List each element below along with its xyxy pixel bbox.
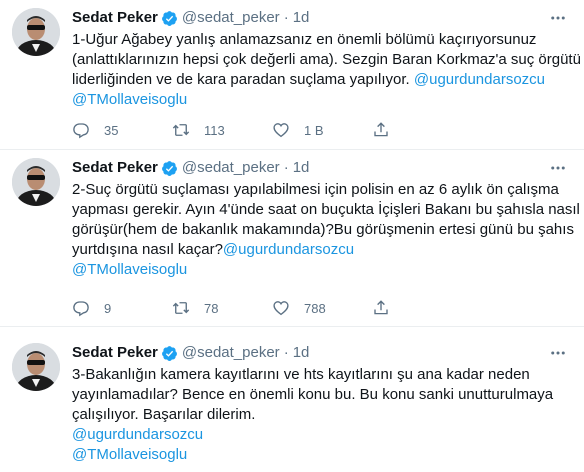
reply-icon	[73, 301, 89, 317]
author-handle[interactable]: @sedat_peker	[182, 158, 280, 178]
tweet-text: 2-Suç örgütü suçlaması yapılabilmesi içi…	[72, 180, 580, 280]
reply-icon	[73, 123, 89, 139]
retweet-icon	[172, 302, 190, 314]
tweet-text: 1-Uğur Ağabey yanlış anlamazsanız en öne…	[72, 30, 581, 110]
retweet-icon	[172, 124, 190, 136]
share-button[interactable]	[372, 121, 402, 139]
share-button[interactable]	[372, 299, 402, 317]
author-name[interactable]: Sedat Peker	[72, 8, 158, 28]
tweet-1[interactable]: Sedat Peker @sedat_peker · 1d 1-Uğur Ağa…	[0, 0, 584, 150]
mention-link[interactable]: @TMollaveisoglu	[72, 90, 570, 110]
verified-badge-icon	[161, 345, 178, 362]
timestamp[interactable]: 1d	[293, 158, 310, 178]
tweet-text-segment: liderliğinden ve de kara paradan suçlama…	[72, 71, 410, 88]
tweet-text-line: yurtdışına nasıl kaçar?@ugurdundarsozcu	[72, 240, 570, 260]
tweet-text-line: yapması gerekir. Ayın 4'ünde saat on buç…	[72, 201, 580, 218]
verified-badge-icon	[161, 10, 178, 27]
more-icon[interactable]	[548, 158, 568, 178]
like-icon	[273, 123, 289, 138]
mention-link[interactable]: @ugurdundarsozcu	[72, 425, 570, 445]
reply-count: 9	[104, 300, 112, 316]
separator: ·	[283, 9, 289, 26]
author-name[interactable]: Sedat Peker	[72, 343, 158, 363]
share-icon	[374, 300, 388, 315]
avatar[interactable]	[12, 343, 60, 391]
retweet-count: 113	[204, 122, 225, 138]
timestamp[interactable]: 1d	[293, 343, 310, 363]
tweet-text-line: (anlattıklarınızın hepsi çok değerli ama…	[72, 51, 581, 68]
more-icon[interactable]	[548, 8, 568, 28]
retweet-button[interactable]: 78	[172, 299, 272, 317]
reply-button[interactable]: 9	[72, 299, 172, 317]
author-handle[interactable]: @sedat_peker	[182, 8, 280, 28]
author-name[interactable]: Sedat Peker	[72, 158, 158, 178]
mention-link[interactable]: @ugurdundarsozcu	[414, 71, 545, 88]
like-count: 1 B	[304, 122, 324, 138]
tweet-2[interactable]: Sedat Peker @sedat_peker · 1d 2-Suç örgü…	[0, 150, 584, 327]
reply-button[interactable]: 35	[72, 121, 172, 139]
avatar[interactable]	[12, 158, 60, 206]
tweet-3[interactable]: Sedat Peker @sedat_peker · 1d 3-Bakanlığ…	[0, 335, 584, 472]
more-icon[interactable]	[548, 343, 568, 363]
mention-link[interactable]: @TMollaveisoglu	[72, 260, 570, 280]
tweet-text-line: 1-Uğur Ağabey yanlış anlamazsanız en öne…	[72, 31, 537, 48]
like-count: 788	[304, 300, 326, 316]
retweet-count: 78	[204, 300, 219, 316]
avatar[interactable]	[12, 8, 60, 56]
reply-count: 35	[104, 122, 119, 138]
separator: ·	[283, 159, 289, 176]
tweet-text-line: yayınlamadılar? Bence en önemli konu bu.…	[72, 386, 554, 403]
tweet-text-segment: yurtdışına nasıl kaçar?	[72, 241, 223, 258]
share-icon	[374, 122, 388, 137]
mention-link[interactable]: @TMollaveisoglu	[72, 445, 570, 465]
author-handle[interactable]: @sedat_peker	[182, 343, 280, 363]
tweet-text-line: 2-Suç örgütü suçlaması yapılabilmesi içi…	[72, 181, 559, 198]
separator: ·	[283, 344, 289, 361]
like-button[interactable]: 788	[272, 299, 372, 317]
like-button[interactable]: 1 B	[272, 121, 372, 139]
tweet-text-line: görüşür(hem de bakanlık makamında)?Bu gö…	[72, 221, 574, 238]
tweet-text-line: 3-Bakanlığın kamera kayıtlarını ve hts k…	[72, 366, 530, 383]
like-icon	[273, 301, 289, 316]
tweet-text-line: çalışılıyor. Başarılar dilerim.	[72, 406, 256, 423]
mention-link[interactable]: @ugurdundarsozcu	[223, 241, 354, 258]
retweet-button[interactable]: 113	[172, 121, 272, 139]
verified-badge-icon	[161, 160, 178, 177]
tweet-text: 3-Bakanlığın kamera kayıtlarını ve hts k…	[72, 365, 570, 465]
timestamp[interactable]: 1d	[293, 8, 310, 28]
tweet-text-line: liderliğinden ve de kara paradan suçlama…	[72, 70, 570, 90]
